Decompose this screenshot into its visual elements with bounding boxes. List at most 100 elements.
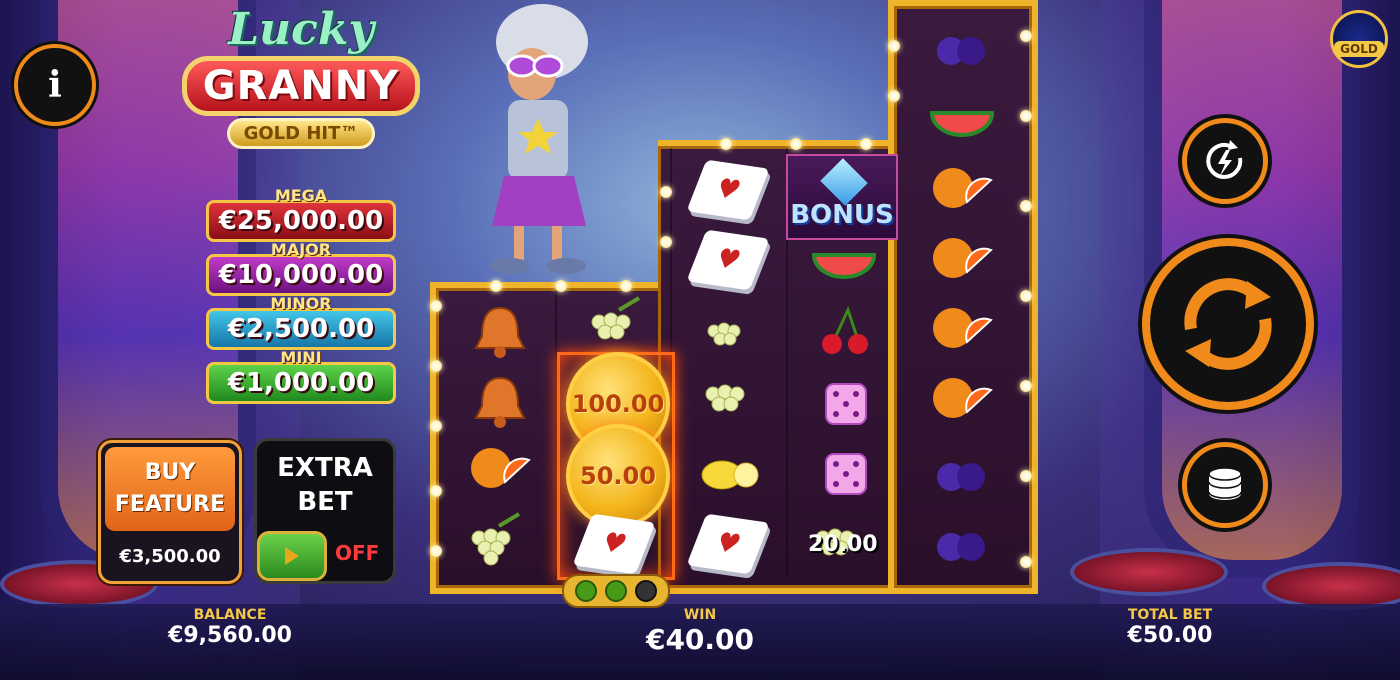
win-label: WIN xyxy=(683,607,717,623)
diamond-icon xyxy=(820,158,868,206)
jackpot-panel: MEGA €25,000.00 MAJOR €10,000.00 MINOR €… xyxy=(206,186,396,404)
marquee-bulb xyxy=(1020,380,1032,392)
jackpot-label: MINI xyxy=(280,348,322,367)
play-icon xyxy=(285,547,299,565)
jackpot-value: €1,000.00 xyxy=(206,362,396,404)
marquee-bulb xyxy=(1020,200,1032,212)
marquee-bulb xyxy=(1020,470,1032,482)
jackpot-major: MAJOR €10,000.00 xyxy=(206,240,396,296)
symbol-grapes-icon xyxy=(566,290,662,354)
info-icon: i xyxy=(48,64,62,106)
bonus-label: BONUS xyxy=(790,200,894,230)
marquee-bulb xyxy=(1020,556,1032,568)
reel-indicator xyxy=(562,574,670,608)
jackpot-minor: MINOR €2,500.00 xyxy=(206,294,396,350)
jackpot-mini: MINI €1,000.00 xyxy=(206,348,396,404)
spin-button[interactable] xyxy=(1142,238,1314,410)
symbol-orange-icon xyxy=(914,226,1010,290)
jackpot-label: MEGA xyxy=(274,186,328,205)
logo-lucky: Lucky xyxy=(228,4,374,55)
jackpot-value: €2,500.00 xyxy=(206,308,396,350)
symbol-orange-icon xyxy=(914,156,1010,220)
symbol-orange-icon xyxy=(452,436,548,500)
indicator-dot xyxy=(635,580,657,602)
indicator-dot xyxy=(575,580,597,602)
game-logo: Lucky GRANNY GOLD HIT™ xyxy=(168,6,434,176)
symbol-cherries-icon xyxy=(796,298,892,362)
symbol-card-icon: ♥ xyxy=(680,512,776,576)
symbol-grapes-icon xyxy=(680,298,776,362)
buy-feature-line2: FEATURE xyxy=(114,492,226,517)
bet-settings-button[interactable] xyxy=(1182,442,1268,528)
lightning-refresh-icon xyxy=(1206,140,1243,179)
logo-granny: GRANNY xyxy=(181,56,421,116)
symbol-lemon-icon xyxy=(680,442,776,506)
jackpot-value: €10,000.00 xyxy=(206,254,396,296)
marquee-bulb xyxy=(430,360,442,372)
win-value: €40.00 xyxy=(645,623,755,656)
marquee-bulb xyxy=(888,90,900,102)
logo-gold-hit: GOLD HIT™ xyxy=(226,118,376,149)
total-bet-value: €50.00 xyxy=(1127,623,1213,648)
spin-arrows-icon xyxy=(1184,278,1272,370)
autoplay-button[interactable] xyxy=(1182,118,1268,204)
balance-display: BALANCE €9,560.00 xyxy=(160,607,300,648)
extra-bet-line2: BET xyxy=(297,487,353,517)
win-display: WIN €40.00 xyxy=(620,607,780,656)
marquee-bulb xyxy=(660,236,672,248)
symbol-orange-icon xyxy=(914,366,1010,430)
marquee-bulb xyxy=(660,186,672,198)
marquee-bulb xyxy=(1020,290,1032,302)
symbol-dice-icon xyxy=(796,372,892,436)
extra-bet-line1: EXTRA xyxy=(277,453,373,483)
symbol-grapes-icon xyxy=(680,362,776,426)
extra-bet-panel: EXTRA BET OFF xyxy=(254,438,396,584)
win-amount-label: 20.00 xyxy=(808,532,878,557)
marquee-bulb xyxy=(430,300,442,312)
info-button[interactable]: i xyxy=(14,44,96,126)
symbol-card-icon: ♥ xyxy=(680,228,776,292)
jackpot-mega: MEGA €25,000.00 xyxy=(206,186,396,242)
marquee-bulb xyxy=(1020,30,1032,42)
symbol-bell-icon xyxy=(452,370,548,434)
symbol-plum-icon xyxy=(914,442,1010,506)
symbol-plum-icon xyxy=(914,16,1010,80)
symbol-card-icon: ♥ xyxy=(566,512,662,576)
symbol-plum-icon xyxy=(914,512,1010,576)
buy-feature-line1: BUY xyxy=(144,460,196,485)
symbol-bell-icon xyxy=(452,300,548,364)
symbol-orange-icon xyxy=(914,296,1010,360)
symbol-watermelon-icon xyxy=(914,86,1010,150)
buy-feature-button[interactable]: BUY FEATURE €3,500.00 xyxy=(98,440,242,584)
symbol-card-icon: ♥ xyxy=(680,158,776,222)
buy-feature-label: BUY FEATURE xyxy=(105,447,235,531)
marquee-bulb xyxy=(860,138,872,150)
provider-logo: GOLD xyxy=(1330,10,1388,68)
marquee-bulb xyxy=(790,138,802,150)
indicator-dot xyxy=(605,580,627,602)
buy-feature-price: €3,500.00 xyxy=(119,546,221,567)
balance-label: BALANCE xyxy=(193,607,267,623)
jackpot-value: €25,000.00 xyxy=(206,200,396,242)
granny-character xyxy=(490,4,588,274)
extra-bet-title: EXTRA BET xyxy=(257,451,393,519)
total-bet-display: TOTAL BET €50.00 xyxy=(1100,607,1240,648)
extra-bet-state: OFF xyxy=(335,541,380,565)
symbol-dice-icon xyxy=(796,442,892,506)
symbol-watermelon-icon xyxy=(796,228,892,292)
marquee-bulb xyxy=(430,420,442,432)
bar-stool xyxy=(1070,548,1228,596)
jackpot-label: MAJOR xyxy=(270,240,332,259)
marquee-bulb xyxy=(490,280,502,292)
coin-stack-icon xyxy=(1208,467,1242,500)
marquee-bulb xyxy=(430,545,442,557)
symbol-grapes-icon xyxy=(446,506,542,570)
balance-value: €9,560.00 xyxy=(168,623,292,648)
jackpot-label: MINOR xyxy=(270,294,332,313)
provider-logo-label: GOLD xyxy=(1334,41,1384,57)
extra-bet-toggle[interactable] xyxy=(257,531,327,581)
marquee-bulb xyxy=(720,138,732,150)
marquee-bulb xyxy=(1020,110,1032,122)
marquee-bulb xyxy=(888,40,900,52)
marquee-bulb xyxy=(430,485,442,497)
